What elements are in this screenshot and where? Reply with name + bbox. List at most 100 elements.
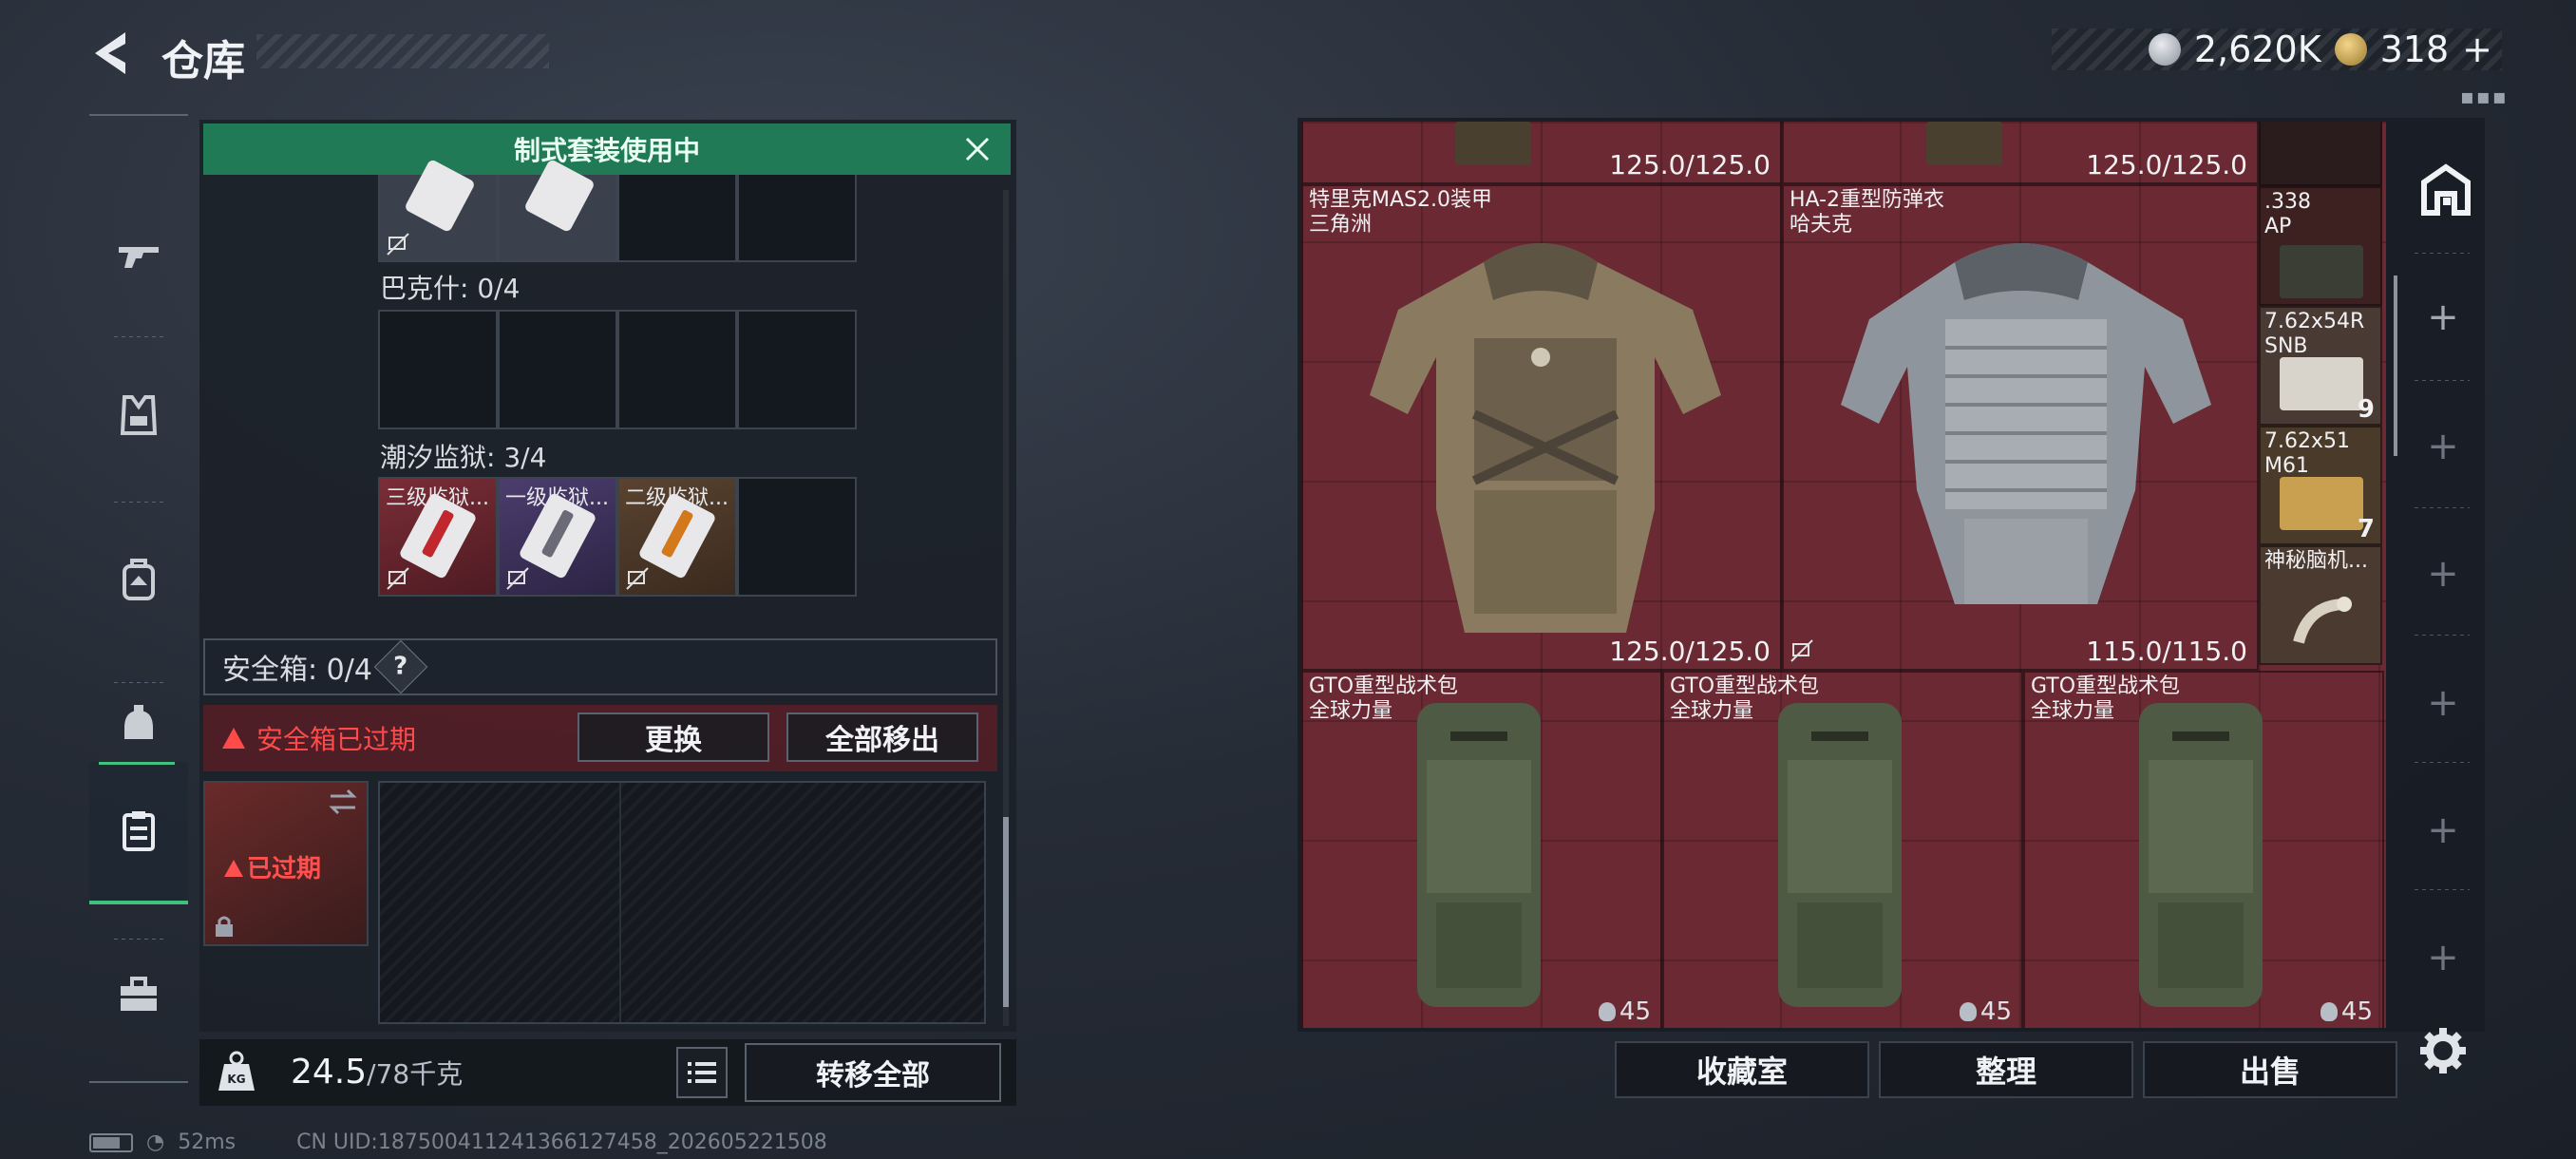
durability: 125.0/125.0 [2086,149,2247,180]
add-tab-icon[interactable]: + [2424,298,2462,336]
stash-scrollbar[interactable] [2394,276,2397,456]
no-trade-icon [506,567,529,590]
menu-dots-icon[interactable]: ▪▪▪ [2460,86,2509,109]
ping: 52ms [178,1130,237,1154]
add-tab-icon[interactable]: + [2424,555,2462,593]
sort-button[interactable]: 整理 [1879,1041,2133,1098]
nav-safe-box[interactable] [89,762,188,904]
stash-grid[interactable]: 125.0/125.0 125.0/125.0 特里克MAS2.0装甲 三角洲 … [1301,122,2386,1028]
add-tab-icon[interactable]: + [2424,684,2462,722]
add-tab-icon[interactable]: + [2424,939,2462,977]
add-tab-icon[interactable]: + [2424,428,2462,466]
key-slot[interactable] [378,158,498,262]
empty-slot[interactable] [737,310,857,429]
no-trade-icon [387,567,409,590]
ammo-item[interactable]: 7.62x51 M61 7 [2259,426,2382,545]
left-scrollbar-thumb[interactable] [1003,817,1009,1007]
tactical-vest-image [1370,243,1721,633]
svg-text:KG: KG [227,1073,245,1086]
gear-icon[interactable] [2416,1024,2470,1077]
nav-backpack[interactable] [89,509,188,652]
empty-slot[interactable] [737,477,857,597]
add-currency-button[interactable]: + [2462,28,2492,70]
back-arrow-icon[interactable] [87,28,137,78]
transfer-all-button[interactable]: 转移全部 [745,1043,1001,1102]
no-trade-icon [387,233,409,256]
empty-slot[interactable] [498,310,617,429]
add-tab-icon[interactable]: + [2424,811,2462,849]
wifi-icon: ◔ [146,1130,165,1154]
nav-armor[interactable] [89,344,188,486]
empty-slot[interactable] [617,175,737,262]
ammo-box-image [2280,357,2363,410]
sell-button[interactable]: 出售 [2143,1041,2397,1098]
weight-value: 24.5 [291,1053,368,1092]
armor-item-ha2[interactable]: HA-2重型防弹衣 哈夫克 115.0/115.0 [1782,184,2259,671]
expired-message: 安全箱已过期 [256,724,417,755]
ammo-box-image [2280,477,2363,530]
heavy-armor-image [1841,243,2211,604]
empty-slot[interactable] [737,175,857,262]
brain-chip-image [2293,597,2352,644]
safe-box-label: 安全箱: 0/4 [222,654,372,687]
collection-room-button[interactable]: 收藏室 [1615,1041,1869,1098]
capacity-icon [1598,1002,1616,1021]
safe-box-grid[interactable] [378,781,986,1024]
banner-text: 制式套装使用中 [513,135,700,166]
help-icon[interactable]: ? [373,639,428,694]
no-trade-icon [1790,639,1813,662]
ammo-name: 7.62x51 M61 [2264,429,2350,478]
bakshi-label: 巴克什: 0/4 [380,273,521,304]
armor-item-mas2[interactable]: 特里克MAS2.0装甲 三角洲 125.0/125.0 [1301,184,1782,671]
toolbox-icon [121,977,157,1011]
ammo-item[interactable]: 7.62x54R SNB 9 [2259,306,2382,426]
key-slot[interactable]: 二级监狱... [617,477,737,597]
stash-item[interactable] [2259,122,2382,186]
stash-tab-icon[interactable] [2418,162,2473,217]
empty-slot[interactable] [378,310,498,429]
helmet-bag-icon [124,705,153,739]
silver-amount: 2,620K [2193,28,2321,70]
backpack-image [1417,703,1541,1007]
key-slot[interactable]: 一级监狱... [498,477,617,597]
durability: 125.0/125.0 [1609,149,1771,180]
replace-button[interactable]: 更换 [578,712,769,762]
stash-item[interactable]: 125.0/125.0 [1782,122,2259,184]
weight-icon: KG [218,1051,255,1091]
armor-vest-icon [120,395,158,435]
weight-readout: 24.5/78千克 [291,1053,463,1092]
tidal-prison-label: 潮汐监狱: 3/4 [380,442,547,473]
list-view-button[interactable] [676,1047,728,1098]
expired-warning: 安全箱已过期 更换 全部移出 [203,705,997,771]
nav-toolbox[interactable] [89,923,188,1066]
safe-box-item[interactable]: 已过期 [203,781,369,946]
nav-weapon[interactable] [89,182,188,325]
swap-icon[interactable] [327,788,359,815]
move-all-out-button[interactable]: 全部移出 [786,712,978,762]
bag-item[interactable]: GTO重型战术包 全球力量 45 [1301,671,1662,1028]
gold-amount: 318 [2379,28,2450,70]
stash-item[interactable]: 125.0/125.0 [1301,122,1782,184]
left-nav [89,114,188,1083]
slot-row-top [378,158,857,262]
bag-item[interactable]: GTO重型战术包 全球力量 45 [1662,671,2023,1028]
backpack-image [1778,703,1902,1007]
warning-icon [222,728,245,749]
ammo-box-image [2280,245,2363,298]
special-item[interactable]: 神秘脑机... [2259,545,2382,665]
empty-slot[interactable] [617,310,737,429]
key-slot[interactable]: 三级监狱... [378,477,498,597]
ammo-item[interactable]: .338 AP [2259,186,2382,306]
key-slot[interactable] [498,158,617,262]
ammo-name: 7.62x54R SNB [2264,310,2365,358]
currency-bar: 2,620K 318 + [2052,28,2502,70]
safe-box-expired-tag: 已过期 [224,849,321,884]
slot-row-tidal: 三级监狱... 一级监狱... 二级监狱... [378,477,857,597]
loadout-banner: 制式套装使用中 [203,124,1011,175]
bag-item[interactable]: GTO重型战术包 全球力量 45 [2023,671,2384,1028]
close-icon[interactable] [961,133,994,165]
weight-bar: KG 24.5/78千克 转移全部 [199,1039,1016,1106]
ammo-count: 7 [2357,515,2375,543]
list-icon [688,1062,716,1083]
page-title: 仓库 [161,37,245,86]
